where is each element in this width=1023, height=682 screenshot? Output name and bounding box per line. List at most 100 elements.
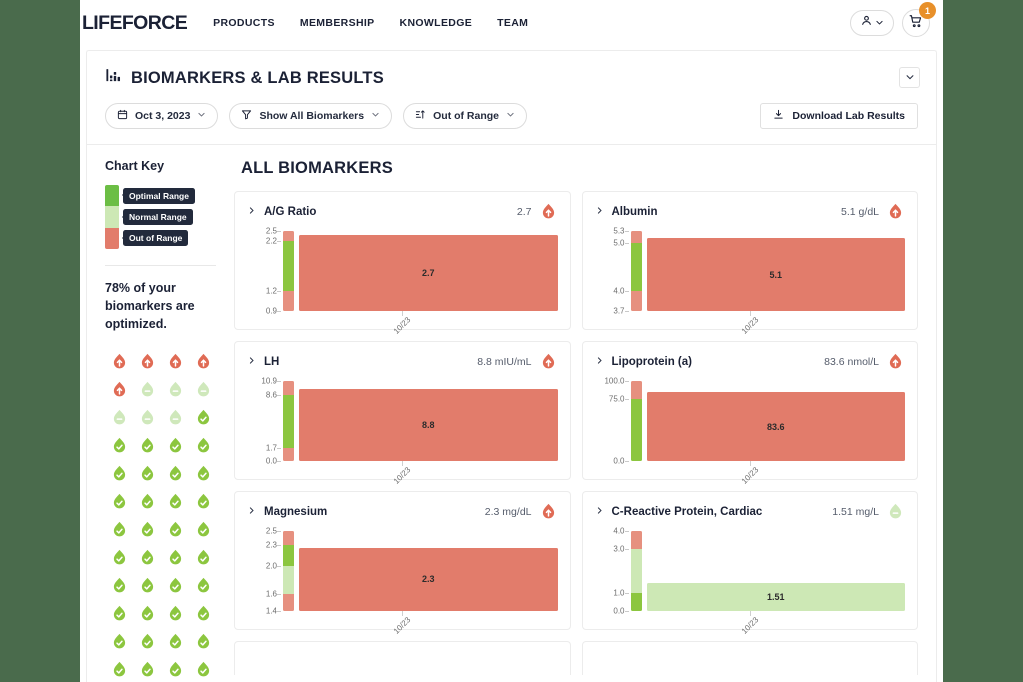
biomarker-status-icon-normal[interactable] — [133, 375, 161, 403]
range-segment — [283, 231, 294, 242]
biomarker-chart: 2.5 2.2 1.2 0.9 2.7 10/23 — [247, 227, 558, 336]
biomarker-card[interactable]: A/G Ratio 2.7 2.5 2.2 1.2 0.9 2.7 10/23 — [234, 191, 571, 336]
biomarker-status-icon-optimal[interactable] — [189, 571, 217, 599]
biomarker-status-icon-optimal[interactable] — [133, 459, 161, 487]
brand-logo[interactable]: LIFEFORCE — [82, 12, 188, 35]
main-nav-links: PRODUCTS MEMBERSHIP KNOWLEDGE TEAM — [213, 17, 528, 29]
biomarker-status-icon-optimal[interactable] — [105, 571, 133, 599]
biomarker-status-icon-optimal[interactable] — [161, 459, 189, 487]
drop-optimal-icon — [166, 436, 185, 455]
date-filter-chip[interactable]: Oct 3, 2023 — [105, 103, 219, 129]
range-segment — [630, 531, 642, 550]
biomarker-status-icon-optimal[interactable] — [133, 431, 161, 459]
range-segment — [283, 241, 294, 291]
chart-y-axis: 2.5 2.2 1.2 0.9 — [247, 227, 281, 316]
biomarker-status-icon-optimal[interactable] — [105, 515, 133, 543]
nav-link-knowledge[interactable]: KNOWLEDGE — [400, 17, 473, 29]
biomarker-card[interactable]: Albumin 5.1 g/dL 5.3 5.0 4.0 3.7 5.1 10/23 — [581, 191, 918, 336]
biomarker-status-icon-optimal[interactable] — [189, 655, 217, 682]
biomarker-status-icon-optimal[interactable] — [133, 571, 161, 599]
biomarker-status-icon-normal[interactable] — [189, 375, 217, 403]
biomarker-status-icon-optimal[interactable] — [133, 487, 161, 515]
chevron-right-icon[interactable] — [595, 505, 604, 519]
value-bar-label: 83.6 — [766, 421, 785, 432]
biomarker-card[interactable]: Lipoprotein (a) 83.6 nmol/L 100.0 75.0 0.0 83… — [581, 341, 918, 486]
biomarker-status-icon-out[interactable] — [161, 347, 189, 375]
biomarker-status-icon-optimal[interactable] — [189, 627, 217, 655]
biomarker-status-icon-optimal[interactable] — [189, 515, 217, 543]
biomarker-status-icon-normal[interactable] — [161, 403, 189, 431]
biomarker-status-icon-optimal[interactable] — [105, 431, 133, 459]
biomarker-status-icon-optimal[interactable] — [189, 459, 217, 487]
biomarker-status-icon-optimal[interactable] — [133, 543, 161, 571]
biomarker-filter-chip[interactable]: Show All Biomarkers — [229, 103, 393, 129]
biomarker-status-icon-optimal[interactable] — [105, 543, 133, 571]
cart-button[interactable]: 1 — [902, 2, 936, 37]
chevron-down-icon — [905, 69, 915, 87]
biomarker-status-icon-normal[interactable] — [105, 403, 133, 431]
biomarker-status-icon-optimal[interactable] — [189, 431, 217, 459]
chart-key-sidebar: Chart Key Optimal Range Normal Range Out o… — [87, 145, 224, 677]
x-axis-label: 10/23 — [739, 615, 761, 636]
drop-optimal-icon — [194, 548, 213, 567]
chevron-right-icon[interactable] — [595, 205, 604, 219]
drop-out-icon — [166, 352, 185, 371]
sort-filter-chip[interactable]: Out of Range — [403, 103, 528, 129]
drop-normal-icon — [194, 380, 213, 399]
chevron-right-icon[interactable] — [247, 355, 256, 369]
biomarker-status-icon-optimal[interactable] — [133, 515, 161, 543]
biomarker-card[interactable] — [234, 641, 571, 675]
biomarker-status-icon-optimal[interactable] — [105, 655, 133, 682]
chevron-right-icon[interactable] — [595, 355, 604, 369]
biomarker-status-icon-optimal[interactable] — [133, 599, 161, 627]
biomarker-status-icon-optimal[interactable] — [105, 627, 133, 655]
biomarker-chart: 100.0 75.0 0.0 83.6 10/23 — [595, 377, 905, 486]
biomarker-card[interactable]: C-Reactive Protein, Cardiac 1.51 mg/L 4.0 3… — [581, 491, 918, 636]
biomarker-status-icon-optimal[interactable] — [189, 403, 217, 431]
value-bar-label: 5.1 — [769, 269, 782, 280]
biomarker-status-icon-optimal[interactable] — [189, 487, 217, 515]
biomarker-status-icon-normal[interactable] — [161, 375, 189, 403]
biomarker-status-icon-optimal[interactable] — [161, 627, 189, 655]
biomarker-status-icon-optimal[interactable] — [161, 515, 189, 543]
biomarker-status-icon-optimal[interactable] — [161, 599, 189, 627]
drop-optimal-icon — [194, 576, 213, 595]
biomarker-status-icon-out[interactable] — [133, 347, 161, 375]
biomarker-status-icon-out[interactable] — [105, 347, 133, 375]
biomarker-status-icon-optimal[interactable] — [105, 487, 133, 515]
biomarker-status-icon-optimal[interactable] — [161, 543, 189, 571]
biomarker-card[interactable]: LH 8.8 mIU/mL 10.9 8.6 1.7 0.0 8.8 10/23 — [234, 341, 571, 486]
chevron-right-icon[interactable] — [247, 205, 256, 219]
biomarker-value: 8.8 mIU/mL — [477, 355, 532, 368]
biomarker-status-icon-optimal[interactable] — [105, 599, 133, 627]
biomarker-status-icon-optimal[interactable] — [105, 459, 133, 487]
biomarker-status-icon-out[interactable] — [189, 347, 217, 375]
chevron-right-icon[interactable] — [247, 505, 256, 519]
nav-link-membership[interactable]: MEMBERSHIP — [300, 17, 375, 29]
drop-optimal-icon — [166, 576, 185, 595]
account-menu-button[interactable] — [850, 10, 894, 36]
calendar-icon — [117, 109, 128, 123]
biomarker-status-icon-out[interactable] — [105, 375, 133, 403]
panel-body: Chart Key Optimal Range Normal Range Out o… — [87, 145, 936, 677]
biomarker-status-icon-optimal[interactable] — [189, 599, 217, 627]
axis-tick-label: 4.0 — [613, 526, 625, 536]
biomarker-status-icon-optimal[interactable] — [189, 543, 217, 571]
biomarker-status-icon-optimal[interactable] — [161, 655, 189, 682]
biomarker-status-icon-optimal[interactable] — [161, 571, 189, 599]
panel-header: BIOMARKERS & LAB RESULTS — [87, 51, 936, 89]
download-lab-results-button[interactable]: Download Lab Results — [760, 103, 918, 129]
biomarker-filter-label: Show All Biomarkers — [259, 110, 365, 122]
drop-optimal-icon — [110, 604, 129, 623]
biomarker-status-icon-optimal[interactable] — [133, 627, 161, 655]
nav-link-team[interactable]: TEAM — [497, 17, 528, 29]
biomarker-card[interactable] — [581, 641, 918, 675]
nav-link-products[interactable]: PRODUCTS — [213, 17, 275, 29]
biomarker-card[interactable]: Magnesium 2.3 mg/dL 2.5 2.3 2.0 1.6 1.4 2.3 10/2… — [234, 491, 571, 636]
biomarker-status-icon-optimal[interactable] — [161, 487, 189, 515]
biomarker-status-icon-normal[interactable] — [133, 403, 161, 431]
panel-collapse-button[interactable] — [899, 67, 920, 88]
biomarker-status-icon-optimal[interactable] — [161, 431, 189, 459]
drop-optimal-icon — [138, 576, 157, 595]
biomarker-status-icon-optimal[interactable] — [133, 655, 161, 682]
